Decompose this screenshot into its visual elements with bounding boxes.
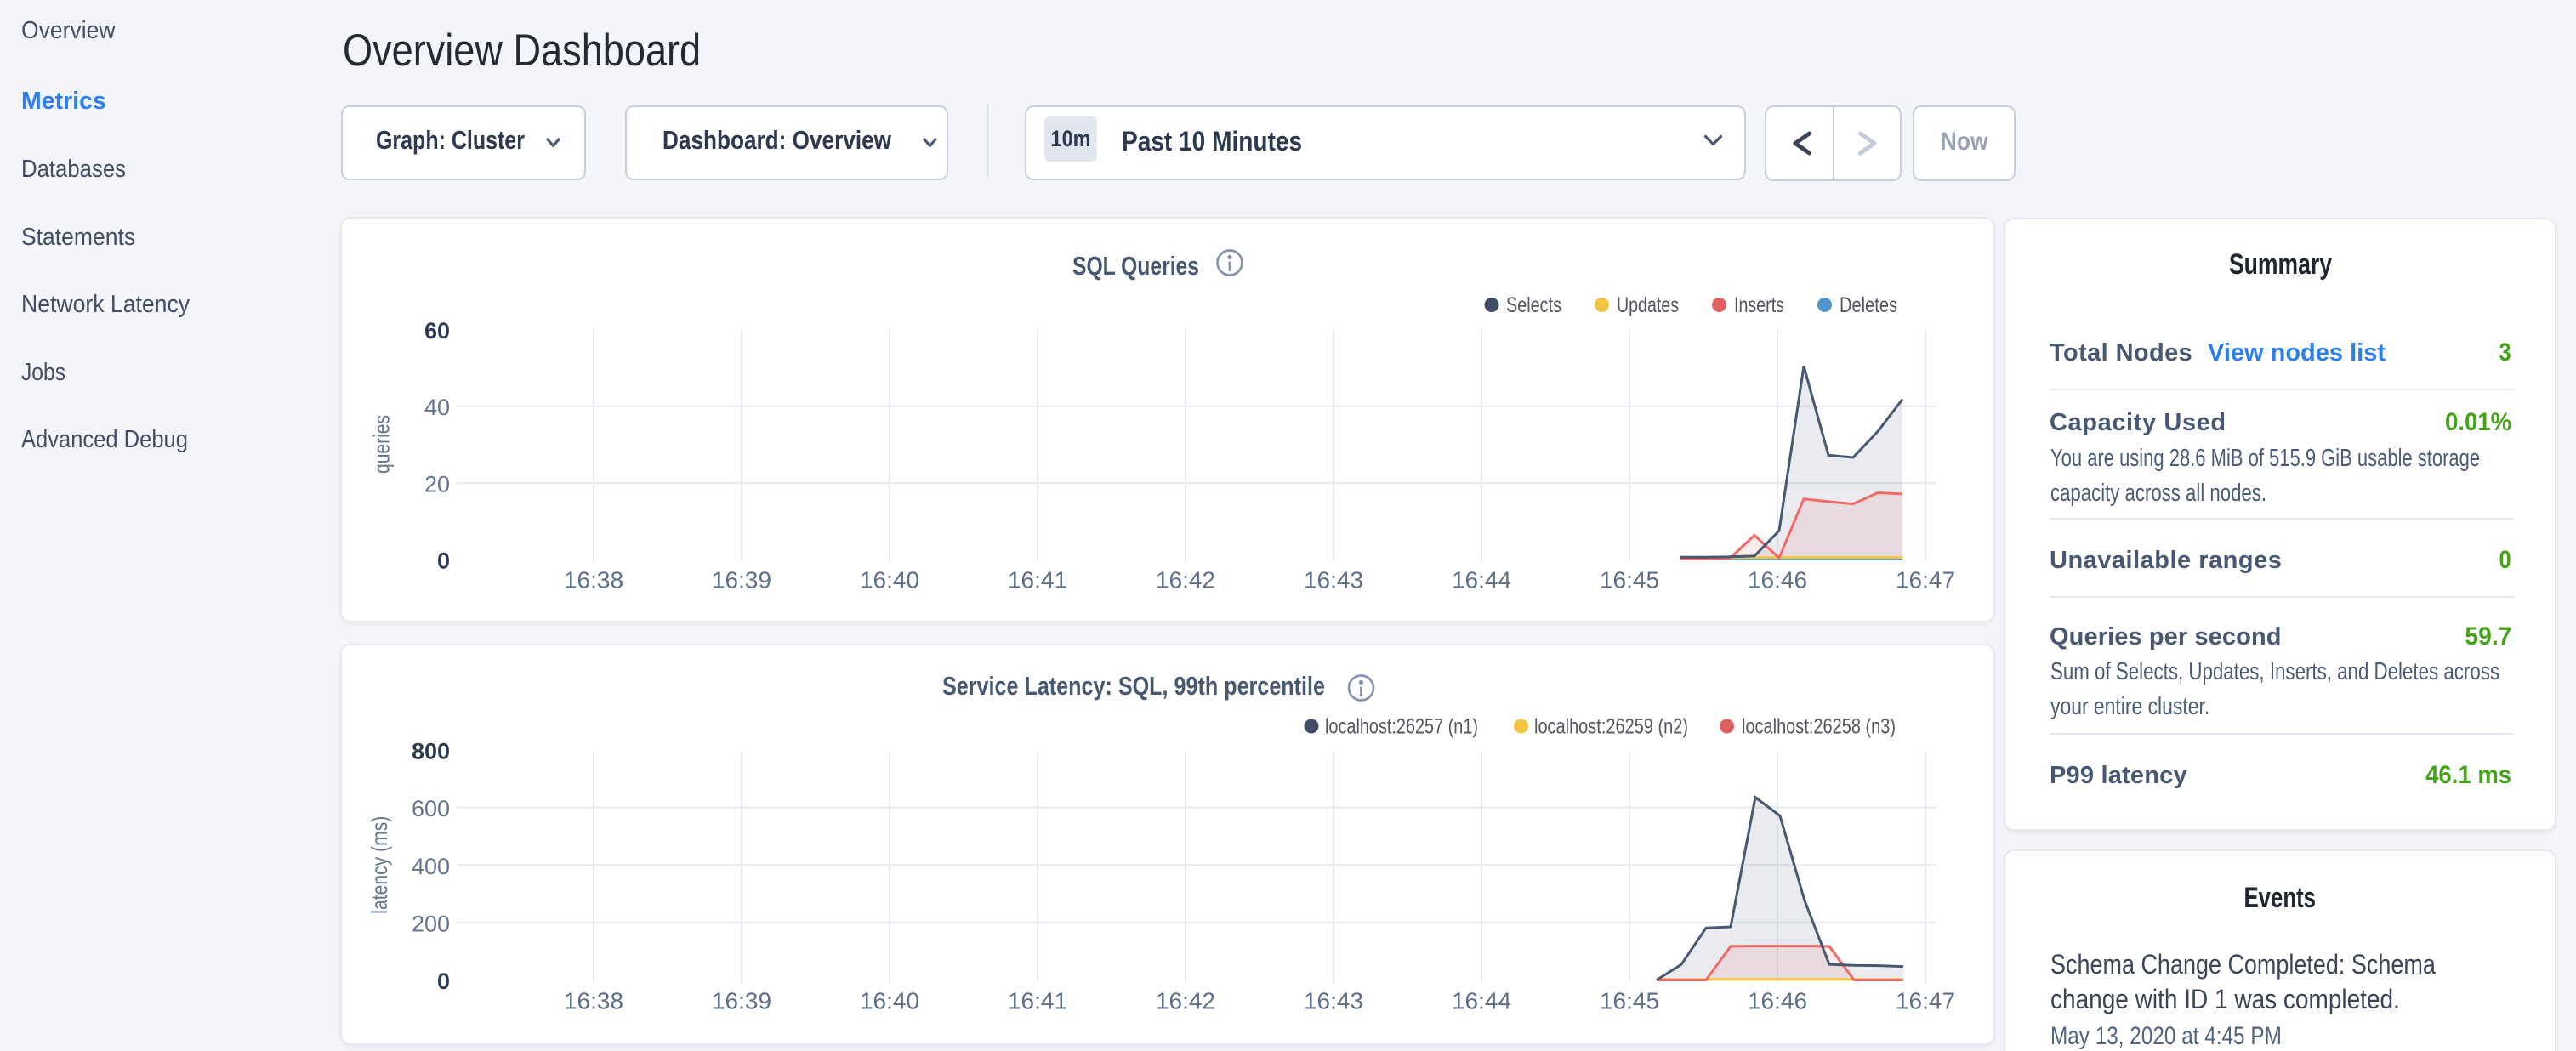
svg-text:SQL Queries: SQL Queries bbox=[1072, 251, 1199, 281]
svg-text:40: 40 bbox=[424, 395, 450, 420]
svg-text:16:42: 16:42 bbox=[1156, 988, 1215, 1014]
svg-text:16:47: 16:47 bbox=[1896, 567, 1955, 594]
svg-text:Selects: Selects bbox=[1506, 293, 1561, 317]
svg-text:60: 60 bbox=[424, 318, 450, 344]
svg-text:16:44: 16:44 bbox=[1452, 988, 1511, 1014]
svg-text:16:38: 16:38 bbox=[564, 988, 623, 1014]
svg-text:200: 200 bbox=[412, 912, 450, 937]
svg-text:16:42: 16:42 bbox=[1156, 567, 1215, 594]
svg-text:Updates: Updates bbox=[1617, 293, 1679, 317]
svg-text:16:39: 16:39 bbox=[712, 988, 771, 1014]
svg-text:16:44: 16:44 bbox=[1452, 567, 1511, 594]
svg-text:16:39: 16:39 bbox=[712, 567, 771, 594]
svg-text:0: 0 bbox=[437, 969, 450, 994]
svg-text:16:46: 16:46 bbox=[1748, 567, 1807, 594]
svg-text:16:46: 16:46 bbox=[1748, 988, 1807, 1014]
svg-text:800: 800 bbox=[412, 739, 450, 764]
svg-text:16:38: 16:38 bbox=[564, 567, 623, 594]
svg-text:localhost:26257 (n1): localhost:26257 (n1) bbox=[1325, 715, 1478, 739]
svg-text:400: 400 bbox=[412, 854, 450, 879]
svg-text:16:41: 16:41 bbox=[1008, 567, 1067, 594]
svg-text:localhost:26259 (n2): localhost:26259 (n2) bbox=[1534, 715, 1688, 739]
svg-text:16:43: 16:43 bbox=[1304, 988, 1363, 1014]
svg-text:0: 0 bbox=[437, 548, 450, 574]
svg-text:16:40: 16:40 bbox=[860, 988, 919, 1014]
svg-text:20: 20 bbox=[424, 472, 450, 497]
svg-text:16:41: 16:41 bbox=[1008, 988, 1067, 1014]
svg-text:16:47: 16:47 bbox=[1896, 988, 1955, 1014]
svg-text:latency (ms): latency (ms) bbox=[367, 816, 392, 914]
svg-text:Deletes: Deletes bbox=[1840, 293, 1897, 317]
svg-text:16:43: 16:43 bbox=[1304, 567, 1363, 594]
svg-text:16:45: 16:45 bbox=[1600, 567, 1659, 594]
svg-text:localhost:26258 (n3): localhost:26258 (n3) bbox=[1742, 715, 1896, 739]
svg-text:Service Latency: SQL, 99th per: Service Latency: SQL, 99th percentile bbox=[942, 671, 1325, 701]
svg-text:queries: queries bbox=[369, 415, 395, 474]
svg-text:16:45: 16:45 bbox=[1600, 988, 1659, 1014]
svg-text:16:40: 16:40 bbox=[860, 567, 919, 594]
svg-text:600: 600 bbox=[412, 796, 450, 821]
svg-text:Inserts: Inserts bbox=[1734, 293, 1784, 317]
